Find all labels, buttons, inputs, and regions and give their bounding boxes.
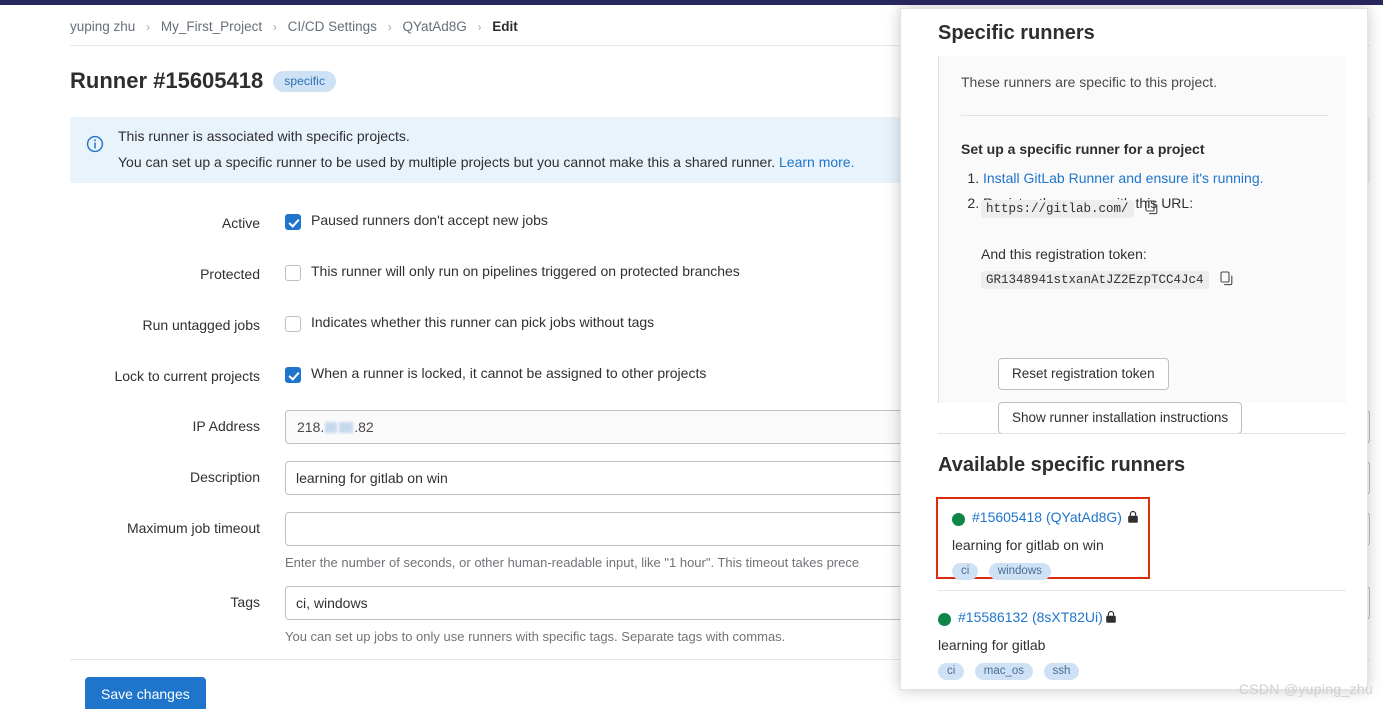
runner-status-dot-online	[938, 613, 951, 626]
available-runners-title: Available specific runners	[938, 454, 1186, 476]
runner-status-dot-online	[952, 513, 965, 526]
label-protected: Protected	[200, 266, 260, 282]
runner-tag: ssh	[1043, 663, 1080, 680]
runner-tag: ci	[952, 563, 979, 580]
runner-list-divider	[938, 590, 1346, 591]
runner-tag: mac_os	[974, 663, 1034, 680]
label-description: Description	[189, 469, 260, 485]
save-changes-button[interactable]: Save changes	[85, 677, 206, 709]
checkbox-active-label[interactable]: Paused runners don't accept new jobs	[311, 212, 548, 228]
breadcrumb-item-group[interactable]: yuping zhu	[70, 19, 135, 34]
label-active: Active	[221, 215, 260, 231]
label-max-job-timeout: Maximum job timeout	[126, 520, 260, 536]
checkbox-protected[interactable]	[285, 265, 301, 281]
panel-title: Specific runners	[938, 22, 1095, 44]
runner-list-item: #15586132 (8sXT82Ui) learning for gitlab…	[938, 599, 1348, 681]
checkbox-run-untagged-label[interactable]: Indicates whether this runner can pick j…	[311, 314, 654, 330]
install-runner-link[interactable]: Install GitLab Runner and ensure it's ru…	[983, 170, 1264, 186]
panel-section-divider	[938, 433, 1346, 434]
breadcrumb-item-current: Edit	[492, 19, 518, 34]
label-run-untagged: Run untagged jobs	[142, 317, 260, 333]
checkbox-active[interactable]	[285, 214, 301, 230]
checkbox-lock-projects-label[interactable]: When a runner is locked, it cannot be as…	[311, 365, 706, 381]
clipboard-copy-icon[interactable]	[1220, 271, 1234, 286]
setup-step-install: Install GitLab Runner and ensure it's ru…	[983, 168, 1264, 189]
checkbox-protected-label[interactable]: This runner will only run on pipelines t…	[311, 263, 740, 279]
show-runner-installation-instructions-button[interactable]: Show runner installation instructions	[998, 402, 1243, 434]
runner-tag: ci	[938, 663, 965, 680]
breadcrumb-separator: ›	[477, 20, 482, 34]
info-circle-icon	[86, 135, 104, 153]
runner-description: learning for gitlab on win	[952, 537, 1104, 553]
ip-redaction-block	[339, 422, 354, 433]
status-badge: specific	[273, 71, 337, 92]
registration-token-value: GR1348941stxanAtJZ2EzpTCC4Jc4	[981, 271, 1209, 289]
runner-name-link[interactable]: #15605418 (QYatAd8G)	[972, 509, 1122, 525]
ip-suffix: .82	[354, 419, 374, 435]
alert-body-text: You can set up a specific runner to be u…	[118, 154, 776, 170]
registration-token-row: GR1348941stxanAtJZ2EzpTCC4Jc4	[981, 270, 1234, 289]
alert-body: You can set up a specific runner to be u…	[118, 154, 854, 170]
lock-icon	[1105, 610, 1117, 624]
setup-card-divider	[961, 115, 1328, 116]
breadcrumb-separator: ›	[387, 20, 392, 34]
runner-list-item-highlight: #15605418 (QYatAd8G) learning for gitlab…	[936, 497, 1150, 580]
runner-description: learning for gitlab	[938, 637, 1046, 653]
runner-url-row: https://gitlab.com/	[981, 199, 1159, 218]
alert-title: This runner is associated with specific …	[118, 128, 410, 144]
breadcrumb-item-runner-token[interactable]: QYatAd8G	[402, 19, 466, 34]
runner-tags: ci mac_os ssh	[938, 661, 1085, 680]
breadcrumb-separator: ›	[272, 20, 277, 34]
checkbox-lock-projects[interactable]	[285, 367, 301, 383]
setup-card: These runners are specific to this proje…	[938, 56, 1346, 434]
runner-name-link[interactable]: #15586132 (8sXT82Ui)	[958, 609, 1103, 625]
learn-more-link[interactable]: Learn more.	[779, 154, 854, 170]
breadcrumb-separator: ›	[146, 20, 151, 34]
panel-intro-text: These runners are specific to this proje…	[961, 74, 1218, 90]
ip-redaction-block	[325, 422, 338, 433]
clipboard-copy-icon[interactable]	[1145, 200, 1159, 215]
checkbox-run-untagged[interactable]	[285, 316, 301, 332]
page-title: Runner #15605418 specific	[70, 68, 337, 94]
label-tags: Tags	[230, 594, 260, 610]
specific-runners-panel: Specific runners These runners are speci…	[900, 8, 1368, 690]
runner-tags: ci windows	[952, 561, 1057, 580]
registration-token-label: And this registration token:	[981, 246, 1147, 262]
reset-registration-token-button[interactable]: Reset registration token	[998, 358, 1169, 390]
lock-icon	[1127, 510, 1139, 524]
breadcrumb-item-project[interactable]: My_First_Project	[161, 19, 262, 34]
runner-url-value: https://gitlab.com/	[981, 200, 1134, 218]
label-lock-projects: Lock to current projects	[114, 368, 260, 384]
page-title-text: Runner #15605418	[70, 68, 264, 93]
ip-address-value: 218. .82	[297, 419, 374, 435]
breadcrumb: yuping zhu › My_First_Project › CI/CD Se…	[70, 19, 518, 34]
runner-tag: windows	[988, 563, 1051, 580]
label-ip-address: IP Address	[192, 418, 260, 434]
breadcrumb-item-cicd-settings[interactable]: CI/CD Settings	[288, 19, 377, 34]
setup-heading: Set up a specific runner for a project	[961, 141, 1205, 157]
ip-prefix: 218.	[297, 419, 325, 435]
